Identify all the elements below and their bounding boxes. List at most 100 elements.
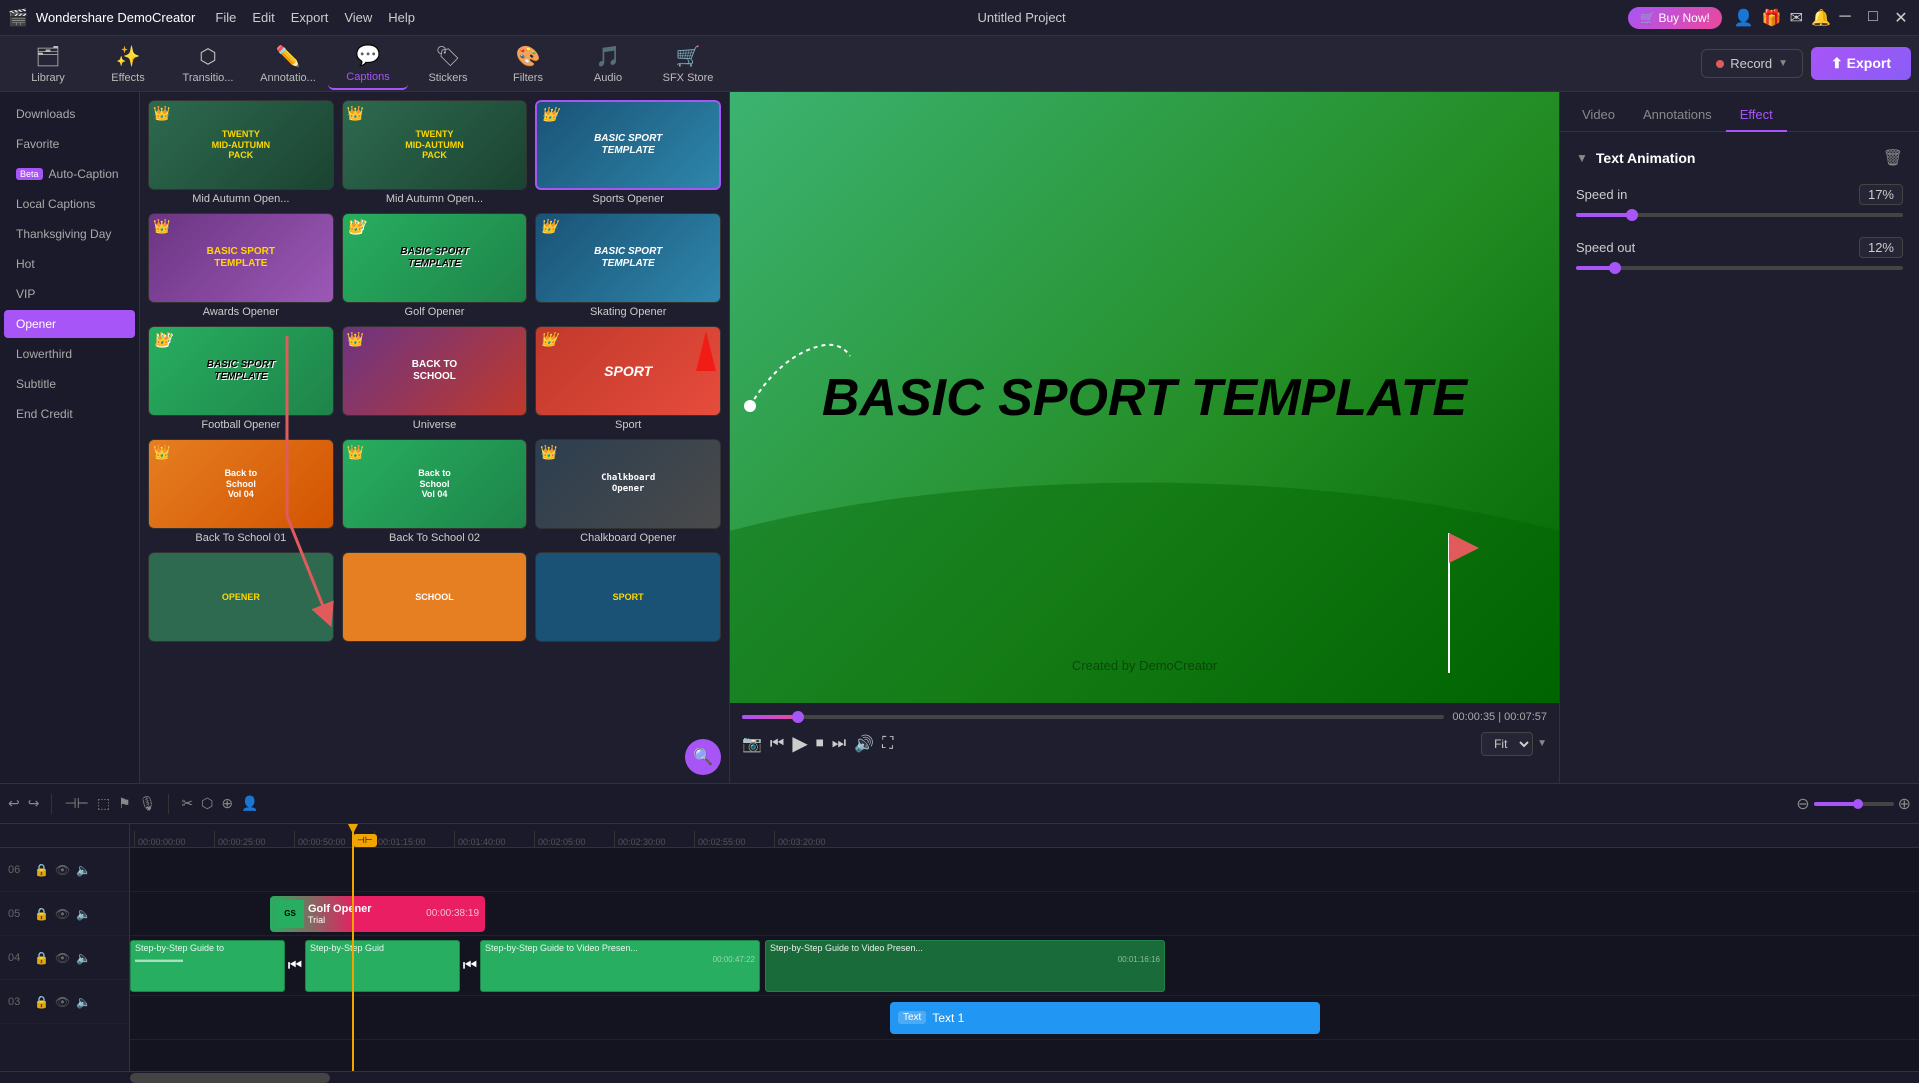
sidebar-item-thanksgiving[interactable]: Thanksgiving Day [4, 220, 135, 248]
template-more-2[interactable]: SCHOOL [342, 552, 528, 642]
toolbar-audio[interactable]: 🎵 Audio [568, 38, 648, 90]
track-06-lock-icon[interactable]: 🔒 [34, 863, 49, 877]
template-back-to-school-2[interactable]: 👑 Back toSchoolVol 04 Back To School 02 [342, 439, 528, 544]
sidebar-item-end-credit[interactable]: End Credit [4, 400, 135, 428]
toolbar-captions[interactable]: 💬 Captions [328, 38, 408, 90]
undo-button[interactable]: ↩ [8, 795, 20, 812]
playhead[interactable] [352, 824, 354, 1071]
minimize-button[interactable]: ─ [1835, 8, 1855, 28]
preview-progress-bar[interactable] [742, 715, 1444, 719]
toolbar-annotations[interactable]: ✏️ Annotatio... [248, 38, 328, 90]
timeline-scrollbar[interactable] [0, 1071, 1919, 1083]
transition-1[interactable]: ⏮ [285, 940, 305, 992]
sidebar-item-subtitle[interactable]: Subtitle [4, 370, 135, 398]
track-03-eye-icon[interactable]: 👁 [55, 995, 70, 1009]
template-sports-opener[interactable]: 👑 BASIC SPORTTEMPLATE Sports Opener [535, 100, 721, 205]
toolbar-effects[interactable]: ✨ Effects [88, 38, 168, 90]
volume-button[interactable]: 🔊 [854, 734, 874, 754]
track-04-mute-icon[interactable]: 🔈 [76, 951, 91, 965]
split-button[interactable]: ⊣⊢ [64, 795, 88, 812]
sidebar-item-lowerthird[interactable]: Lowerthird [4, 340, 135, 368]
track-04-lock-icon[interactable]: 🔒 [34, 951, 49, 965]
play-button[interactable]: ▶ [792, 731, 807, 756]
sidebar-item-downloads[interactable]: Downloads [4, 100, 135, 128]
sidebar-item-vip[interactable]: VIP [4, 280, 135, 308]
sidebar-item-auto-caption[interactable]: Beta Auto-Caption [4, 160, 135, 188]
toolbar-filters[interactable]: 🎨 Filters [488, 38, 568, 90]
video-clip-4[interactable]: Step-by-Step Guide to Video Presen... 00… [765, 940, 1165, 992]
sidebar-item-hot[interactable]: Hot [4, 250, 135, 278]
user-icon[interactable]: 👤 [1734, 8, 1754, 28]
template-back-to-school-1[interactable]: 👑 Back toSchoolVol 04 Back To School 01 [148, 439, 334, 544]
maximize-button[interactable]: □ [1863, 8, 1883, 28]
toolbar-sfx[interactable]: 🛒 SFX Store [648, 38, 728, 90]
search-fab-button[interactable]: 🔍 [685, 739, 721, 775]
zoom-slider[interactable] [1814, 802, 1894, 806]
sidebar-item-opener[interactable]: Opener [4, 310, 135, 338]
zoom-in-button[interactable]: ⊕ [1898, 794, 1911, 814]
video-clip-1[interactable]: Step-by-Step Guide to ▬▬▬▬▬▬ [130, 940, 285, 992]
tab-video[interactable]: Video [1568, 99, 1629, 132]
menu-view[interactable]: View [344, 10, 372, 25]
transition-2[interactable]: ⏮ [460, 940, 480, 992]
fit-select[interactable]: Fit [1481, 732, 1533, 756]
sidebar-item-local-captions[interactable]: Local Captions [4, 190, 135, 218]
shape-button[interactable]: ⬡ [201, 795, 213, 812]
fullscreen-button[interactable]: ⛶ [882, 735, 893, 753]
track-04-eye-icon[interactable]: 👁 [55, 951, 70, 965]
track-05-eye-icon[interactable]: 👁 [55, 907, 70, 921]
template-football-opener[interactable]: 👑 BASIC SPORTTEMPLATE Football Opener [148, 326, 334, 431]
template-golf-opener[interactable]: 👑 BASIC SPORTTEMPLATE Golf Opener [342, 213, 528, 318]
video-clip-2[interactable]: Step-by-Step Guid [305, 940, 460, 992]
menu-export[interactable]: Export [291, 10, 329, 25]
buy-now-button[interactable]: 🛒 Buy Now! [1628, 7, 1722, 29]
record-voice-button[interactable]: 🎙 [139, 795, 157, 812]
record-button[interactable]: Record ▼ [1701, 49, 1803, 78]
timeline-scroll-thumb[interactable] [130, 1073, 330, 1083]
prev-button[interactable]: ⏮ [770, 735, 784, 753]
video-clip-3[interactable]: Step-by-Step Guide to Video Presen... 00… [480, 940, 760, 992]
screenshot-button[interactable]: 📷 [742, 734, 762, 754]
timeline-ruler[interactable]: 00:00:00:00 00:00:25:00 00:00:50:00 00:0… [130, 824, 1919, 848]
cut-button[interactable]: ✂ [181, 795, 193, 812]
close-button[interactable]: ✕ [1891, 8, 1911, 28]
export-button[interactable]: ⬆ Export [1811, 47, 1911, 80]
track-05-lock-icon[interactable]: 🔒 [34, 907, 49, 921]
template-mid-autumn-2[interactable]: TWENTYMID-AUTUMNPACK 👑 Mid Autumn Open..… [342, 100, 528, 205]
track-03-mute-icon[interactable]: 🔈 [76, 995, 91, 1009]
section-collapse-icon[interactable]: ▼ [1576, 151, 1588, 165]
bell-icon[interactable]: 🔔 [1811, 8, 1831, 28]
menu-file[interactable]: File [215, 10, 236, 25]
zoom-thumb[interactable] [1853, 799, 1863, 809]
delete-effect-button[interactable]: 🗑 [1883, 148, 1903, 168]
template-skating-opener[interactable]: 👑 BASIC SPORTTEMPLATE Skating Opener [535, 213, 721, 318]
template-more-3[interactable]: SPORT [535, 552, 721, 642]
toolbar-library[interactable]: 🗂 Library [8, 38, 88, 90]
template-universe[interactable]: 👑 BACK TOSCHOOL Universe [342, 326, 528, 431]
speed-in-thumb[interactable] [1626, 209, 1638, 221]
track-03-lock-icon[interactable]: 🔒 [34, 995, 49, 1009]
menu-help[interactable]: Help [388, 10, 415, 25]
template-chalkboard[interactable]: 👑 ChalkboardOpener Chalkboard Opener [535, 439, 721, 544]
gift-icon[interactable]: 🎁 [1762, 8, 1782, 28]
track-06-mute-icon[interactable]: 🔈 [76, 863, 91, 877]
add-button[interactable]: ⊕ [221, 795, 233, 812]
clip-golf-opener[interactable]: GS Golf Opener Trial 00:00:38:19 [270, 896, 485, 932]
template-awards-opener[interactable]: 👑 BASIC SPORTTEMPLATE Awards Opener [148, 213, 334, 318]
speed-in-slider[interactable] [1576, 213, 1903, 217]
template-mid-autumn-1[interactable]: TWENTYMID-AUTUMNPACK 👑 Mid Autumn Open..… [148, 100, 334, 205]
mail-icon[interactable]: ✉ [1790, 8, 1803, 28]
template-more-1[interactable]: OPENER [148, 552, 334, 642]
zoom-out-button[interactable]: ⊖ [1796, 794, 1809, 814]
speed-out-slider[interactable] [1576, 266, 1903, 270]
sidebar-item-favorite[interactable]: Favorite [4, 130, 135, 158]
record-dropdown-icon[interactable]: ▼ [1778, 58, 1788, 69]
tab-effect[interactable]: Effect [1726, 99, 1787, 132]
next-button[interactable]: ⏭ [832, 735, 846, 753]
redo-button[interactable]: ↪ [28, 795, 40, 812]
menu-edit[interactable]: Edit [252, 10, 274, 25]
template-sport[interactable]: 👑 SPORT Sport [535, 326, 721, 431]
progress-thumb[interactable] [792, 711, 804, 723]
marker-button[interactable]: ⚑ [118, 795, 131, 812]
toolbar-stickers[interactable]: 🏷 Stickers [408, 38, 488, 90]
